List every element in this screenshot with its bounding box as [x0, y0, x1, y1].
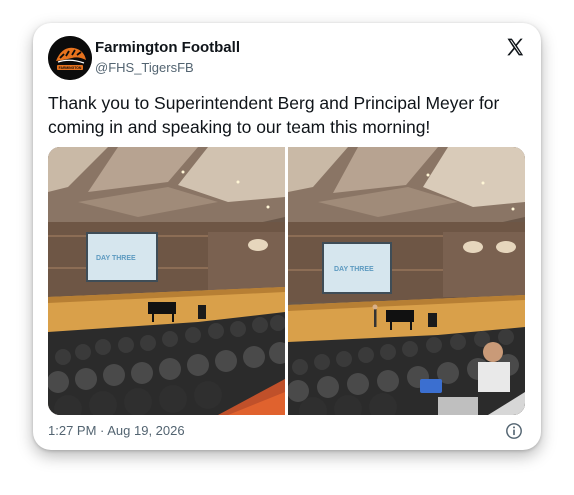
- media-gallery: DAY THREE DAY THREE: [48, 147, 525, 415]
- screen-text: DAY THREE: [334, 266, 374, 273]
- account-handle[interactable]: @FHS_TigersFB: [95, 60, 194, 75]
- screen-text: DAY THREE: [96, 255, 136, 262]
- tweet-timestamp[interactable]: 1:27 PM · Aug 19, 2026: [48, 423, 185, 438]
- info-icon[interactable]: [505, 422, 523, 440]
- avatar-text: FARMINGTON: [59, 66, 82, 70]
- x-logo-icon[interactable]: [505, 37, 525, 57]
- tiger-logo-icon: FARMINGTON: [48, 36, 92, 80]
- avatar[interactable]: FARMINGTON: [48, 36, 92, 80]
- photo-1[interactable]: DAY THREE: [48, 147, 285, 415]
- display-name[interactable]: Farmington Football: [95, 39, 240, 56]
- photo-2[interactable]: DAY THREE: [288, 147, 525, 415]
- tweet-text: Thank you to Superintendent Berg and Pri…: [48, 93, 500, 137]
- tweet-card: FARMINGTON Farmington Football @FHS_Tige…: [33, 23, 541, 450]
